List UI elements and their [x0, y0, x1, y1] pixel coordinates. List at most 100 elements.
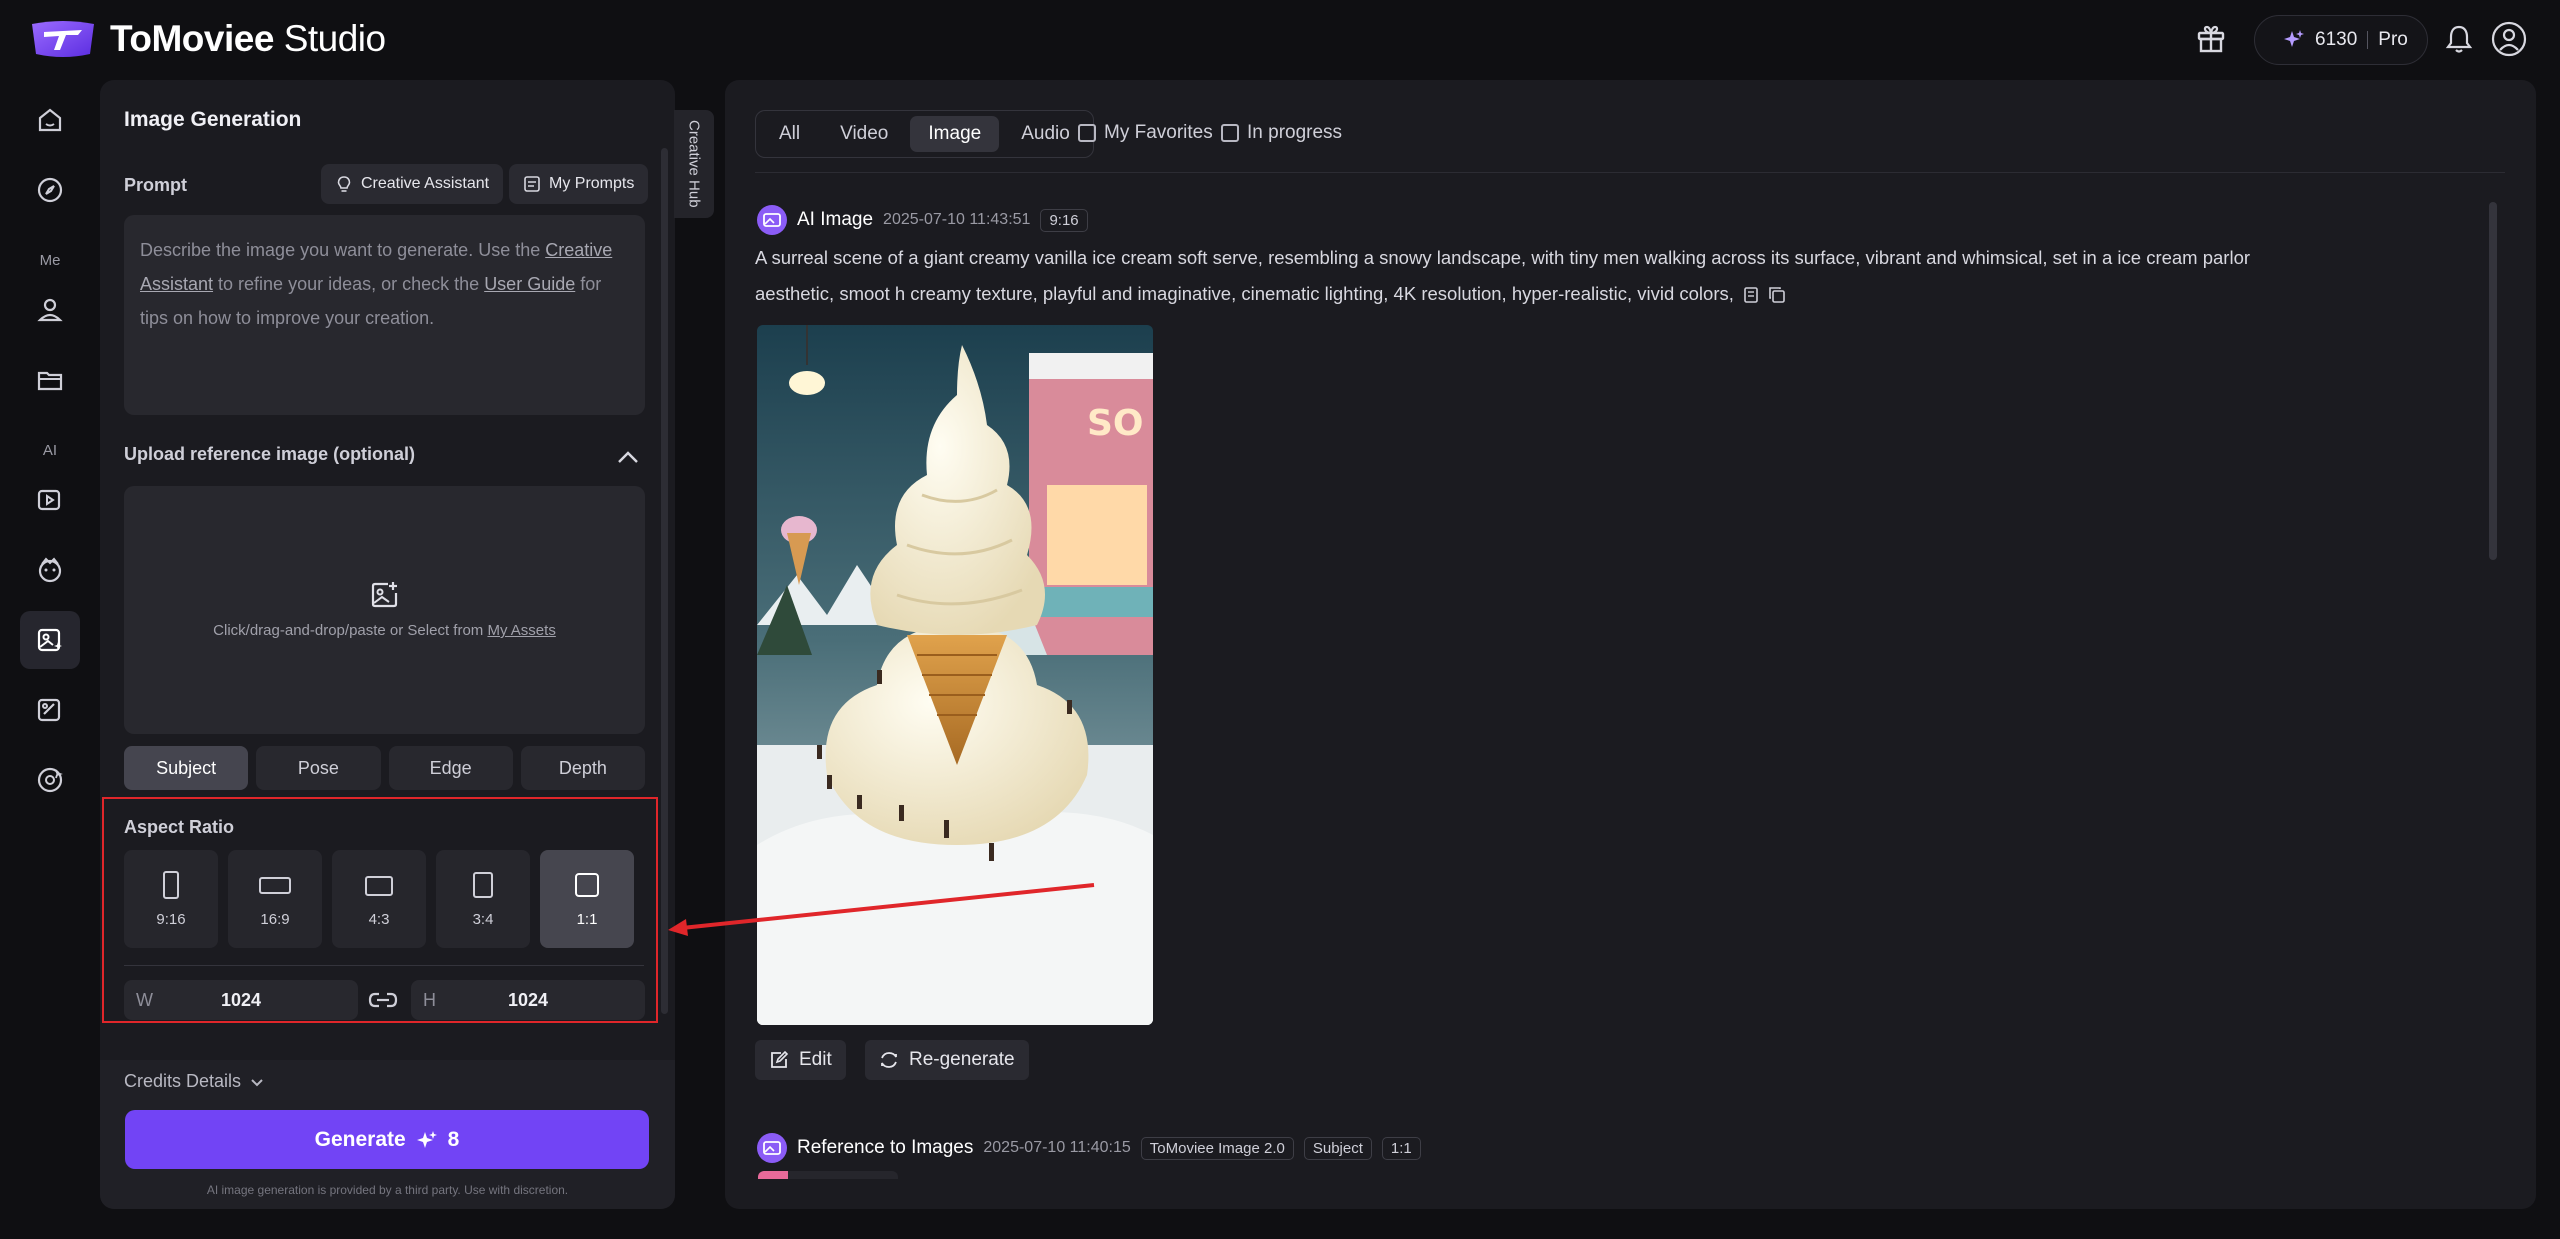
portrait-ratio-icon	[473, 871, 493, 898]
nav-section-me: Me	[39, 252, 61, 269]
results-scrollbar[interactable]	[2489, 202, 2497, 560]
top-bar: ToMoviee Studio 6130 Pro	[0, 0, 2560, 80]
creative-assistant-button[interactable]: Creative Assistant	[321, 164, 504, 204]
link-icon[interactable]	[368, 988, 398, 1012]
checkbox-box	[1078, 124, 1096, 142]
divider	[124, 965, 644, 966]
aspect-1-1-option[interactable]: 1:1	[540, 850, 634, 948]
regenerate-icon	[881, 1052, 897, 1068]
divider	[2367, 31, 2369, 49]
creative-hub-tab[interactable]: Creative Hub	[674, 110, 714, 218]
in-progress-checkbox[interactable]: In progress	[1221, 122, 1342, 144]
result-header: AI Image 2025-07-10 11:43:51 9:16	[757, 205, 1088, 235]
ref-tab-subject[interactable]: Subject	[124, 746, 249, 790]
user-guide-link[interactable]: User Guide	[484, 274, 575, 294]
ref-tab-depth[interactable]: Depth	[520, 746, 645, 790]
nav-explore[interactable]	[30, 170, 70, 210]
reference-type-tabs: Subject Pose Edge Depth	[124, 746, 645, 790]
reference-tag: Subject	[1303, 1136, 1372, 1160]
gift-icon[interactable]	[2195, 22, 2227, 54]
my-prompts-button[interactable]: My Prompts	[509, 164, 649, 204]
logo-mark-icon	[32, 21, 94, 57]
folder-icon	[37, 371, 63, 391]
app-logo[interactable]: ToMoviee Studio	[28, 18, 386, 60]
chevron-up-icon[interactable]	[615, 445, 641, 471]
home-icon	[38, 108, 62, 132]
results-panel: All Video Image Audio My Favorites In pr…	[725, 80, 2536, 1209]
landscape-ratio-icon	[259, 876, 291, 894]
aspect-label: 4:3	[368, 910, 390, 928]
my-favorites-checkbox[interactable]: My Favorites	[1078, 122, 1213, 144]
placeholder-text: to refine your ideas, or check the	[213, 274, 485, 294]
model-tag: ToMoviee Image 2.0	[1140, 1136, 1294, 1160]
bell-icon[interactable]	[2444, 23, 2474, 55]
portrait-ratio-icon	[163, 870, 179, 899]
nav-ai-audio[interactable]	[30, 760, 70, 800]
ref-tab-edge[interactable]: Edge	[388, 746, 513, 790]
prompts-icon	[524, 176, 540, 192]
nav-ai-edit[interactable]	[30, 690, 70, 730]
copy-icon[interactable]	[1768, 286, 1786, 304]
result-time: 2025-07-10 11:40:15	[983, 1139, 1131, 1156]
width-field[interactable]: W 1024	[124, 980, 358, 1020]
credits-count: 6130	[2315, 29, 2358, 50]
regenerate-button[interactable]: Re-generate	[865, 1040, 1029, 1080]
creative-hub-label: Creative Hub	[685, 120, 703, 208]
checkbox-box	[1221, 124, 1239, 142]
aspect-label: 1:1	[576, 910, 598, 928]
image-edit-icon	[37, 698, 61, 722]
avatar-spark-icon	[38, 557, 62, 583]
sparkle-icon	[416, 1130, 437, 1148]
filter-tabs: All Video Image Audio	[755, 110, 1094, 158]
aspect-3-4-option[interactable]: 3:4	[436, 850, 530, 948]
chevron-down-icon	[251, 1078, 263, 1086]
filter-tab-all[interactable]: All	[761, 116, 818, 152]
left-nav: Me AI	[0, 80, 100, 1239]
aspect-16-9-option[interactable]: 16:9	[228, 850, 322, 948]
nav-section-ai: AI	[42, 442, 58, 459]
nav-ai-image[interactable]	[20, 611, 80, 669]
image-badge-icon	[757, 205, 787, 235]
credits-details-toggle[interactable]: Credits Details	[124, 1071, 265, 1092]
filter-tab-image[interactable]: Image	[910, 116, 1000, 152]
audio-spark-icon	[37, 767, 63, 793]
credits-pill[interactable]: 6130 Pro	[2254, 15, 2428, 65]
creative-assistant-label: Creative Assistant	[361, 175, 490, 192]
result-title: Reference to Images	[797, 1137, 974, 1158]
edit-button[interactable]: Edit	[755, 1040, 846, 1080]
nav-ai-video[interactable]	[30, 480, 70, 520]
generate-button[interactable]: Generate 8	[125, 1110, 649, 1169]
square-ratio-icon	[575, 872, 599, 897]
aspect-9-16-option[interactable]: 9:16	[124, 850, 218, 948]
ratio-tag: 9:16	[1040, 208, 1088, 232]
upload-dropzone[interactable]: Click/drag-and-drop/paste or Select from…	[124, 486, 645, 734]
aspect-4-3-option[interactable]: 4:3	[332, 850, 426, 948]
panel-title: Image Generation	[124, 108, 302, 131]
height-field[interactable]: H 1024	[411, 980, 645, 1020]
filter-tab-video[interactable]: Video	[822, 116, 906, 152]
disclaimer: AI image generation is provided by a thi…	[206, 1183, 569, 1197]
generate-cost: 8	[447, 1127, 460, 1151]
ref-tab-pose[interactable]: Pose	[256, 746, 381, 790]
my-assets-link[interactable]: My Assets	[487, 622, 555, 639]
nav-home[interactable]	[30, 100, 70, 140]
prompt-label: Prompt	[124, 175, 187, 195]
image-generation-panel: Image Generation Prompt Creative Assista…	[100, 80, 675, 1209]
app-name: ToMoviee Studio	[110, 18, 386, 59]
regenerate-label: Re-generate	[909, 1049, 1015, 1070]
user-avatar-icon[interactable]	[2491, 21, 2527, 57]
nav-assets[interactable]	[30, 360, 70, 400]
nav-profile[interactable]	[30, 290, 70, 330]
upload-hint: Click/drag-and-drop/paste or Select from…	[213, 622, 556, 639]
aspect-label: 16:9	[260, 910, 290, 928]
save-prompt-icon[interactable]	[1742, 286, 1760, 304]
add-image-icon	[371, 582, 398, 608]
prompt-input[interactable]: Describe the image you want to generate.…	[124, 215, 645, 415]
edit-label: Edit	[799, 1049, 832, 1070]
result-header: Reference to Images 2025-07-10 11:40:15 …	[757, 1133, 1421, 1163]
result-thumbnail[interactable]	[758, 1171, 898, 1179]
filter-tab-audio[interactable]: Audio	[1003, 116, 1088, 152]
checkbox-label: My Favorites	[1104, 122, 1213, 143]
thumbnail-edge	[758, 1171, 788, 1179]
nav-ai-avatar[interactable]	[30, 550, 70, 590]
